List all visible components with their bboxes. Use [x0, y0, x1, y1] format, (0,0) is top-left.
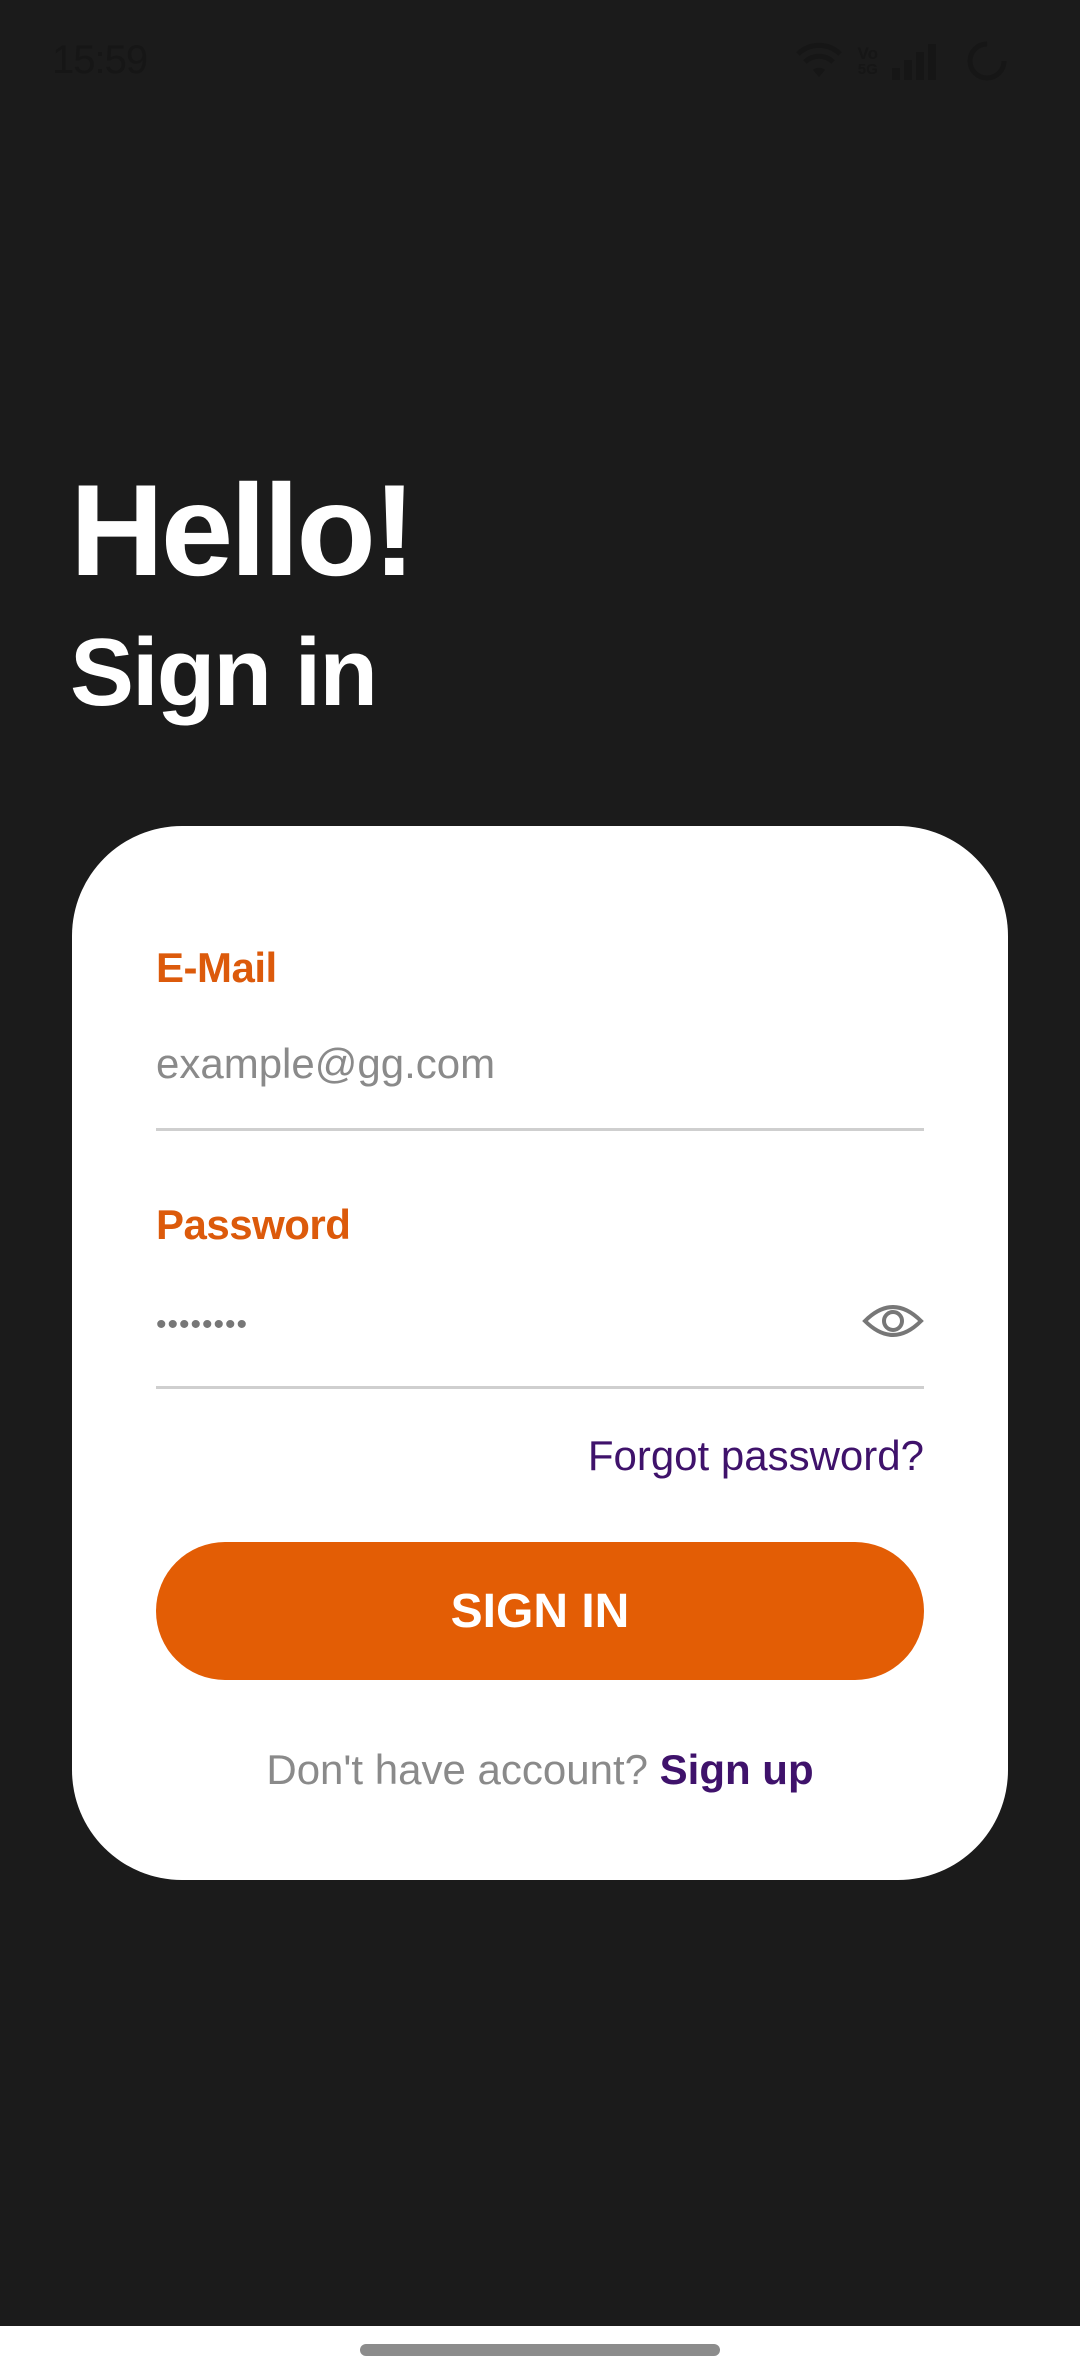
volte-icon: Vo 5G — [858, 45, 878, 77]
password-underline — [156, 1386, 924, 1389]
signal-bars-icon — [892, 44, 936, 80]
page-subtitle: Sign in — [70, 619, 378, 726]
navigation-bar — [0, 2326, 1080, 2376]
status-bar: 15:59 Vo 5G — [0, 0, 1080, 128]
home-indicator[interactable] — [360, 2344, 720, 2356]
volte-label: Vo — [857, 44, 878, 63]
volte-sub-label: 5G — [857, 61, 878, 78]
sign-in-button[interactable]: SIGN IN — [156, 1542, 924, 1680]
wifi-icon — [795, 42, 842, 77]
password-field[interactable]: •••••••• — [156, 1308, 248, 1342]
status-time: 15:59 — [52, 38, 148, 82]
signup-row: Don't have account? Sign up — [72, 1746, 1008, 1794]
page-title: Hello! — [70, 457, 416, 603]
forgot-password-link[interactable]: Forgot password? — [588, 1432, 924, 1480]
password-label: Password — [156, 1201, 351, 1248]
email-underline — [156, 1128, 924, 1131]
loading-ring-icon — [967, 41, 1007, 81]
sign-up-link[interactable]: Sign up — [660, 1746, 814, 1793]
eye-icon — [862, 1305, 924, 1337]
status-icons: Vo 5G — [794, 40, 1008, 82]
email-field[interactable] — [156, 1034, 924, 1094]
signup-prompt: Don't have account? — [266, 1746, 660, 1793]
show-password-toggle[interactable] — [862, 1296, 924, 1346]
email-label: E-Mail — [156, 944, 277, 991]
sign-in-card: E-Mail Password •••••••• Forgot password… — [72, 826, 1008, 1880]
